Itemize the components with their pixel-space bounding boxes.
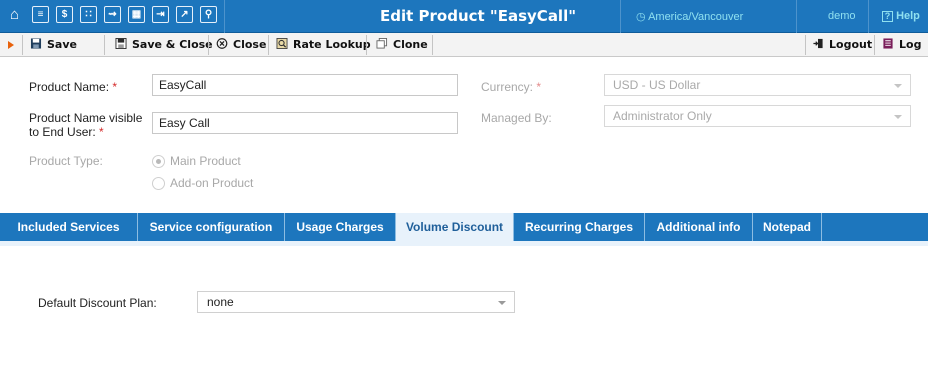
page-title: Edit Product "EasyCall" bbox=[380, 7, 577, 25]
addon-product-radio[interactable] bbox=[152, 177, 165, 190]
exit-icon[interactable]: ⇥ bbox=[152, 6, 169, 23]
timezone-label: America/Vancouver bbox=[648, 11, 744, 23]
rate-lookup-icon bbox=[276, 38, 288, 49]
tab-bar: Included Services Service configuration … bbox=[0, 213, 928, 241]
title-divider bbox=[868, 0, 869, 33]
main-product-label: Main Product bbox=[170, 154, 241, 168]
close-button[interactable]: Close bbox=[216, 33, 266, 56]
tab-recurring-charges[interactable]: Recurring Charges bbox=[514, 213, 645, 241]
toolbar-arrow-icon[interactable] bbox=[8, 41, 14, 49]
required-mark: * bbox=[536, 80, 542, 94]
help-link[interactable]: ? Help bbox=[882, 10, 920, 22]
title-divider bbox=[224, 0, 225, 33]
visible-name-input[interactable]: Easy Call bbox=[152, 112, 458, 134]
search-icon[interactable]: ⚲ bbox=[200, 6, 217, 23]
managed-by-label: Managed By: bbox=[481, 111, 552, 125]
user-link[interactable]: demo bbox=[828, 10, 856, 22]
clone-icon bbox=[376, 38, 388, 49]
save-label: Save bbox=[47, 38, 77, 51]
close-label: Close bbox=[233, 38, 267, 51]
toolbar-divider bbox=[22, 35, 23, 55]
title-divider bbox=[620, 0, 621, 33]
tab-notepad[interactable]: Notepad bbox=[753, 213, 822, 241]
save-close-icon bbox=[115, 38, 127, 49]
help-label: Help bbox=[896, 10, 920, 22]
log-button[interactable]: Log bbox=[882, 33, 921, 56]
tab-service-configuration[interactable]: Service configuration bbox=[138, 213, 285, 241]
toolbar-divider bbox=[366, 35, 367, 55]
currency-select: USD - US Dollar bbox=[604, 74, 911, 96]
clone-label: Clone bbox=[393, 38, 428, 51]
visible-name-label-line1: Product Name visible bbox=[29, 111, 143, 125]
toolbar-divider bbox=[805, 35, 806, 55]
toolbar: Save Save & Close Close Rate Lookup Clon… bbox=[0, 33, 928, 57]
title-bar: ⌂ ≡ $ ∷ ⇝ ▦ ⇥ ↗ ⚲ Edit Product "EasyCall… bbox=[0, 0, 928, 33]
product-name-label-text: Product Name: bbox=[29, 80, 110, 94]
list-icon[interactable]: ≡ bbox=[32, 6, 49, 23]
grid-icon[interactable]: ∷ bbox=[80, 6, 97, 23]
default-discount-plan-label: Default Discount Plan: bbox=[38, 296, 157, 310]
title-divider bbox=[796, 0, 797, 33]
product-type-label: Product Type: bbox=[29, 154, 103, 168]
chevron-down-icon bbox=[894, 115, 902, 119]
toolbar-divider bbox=[268, 35, 269, 55]
currency-value: USD - US Dollar bbox=[613, 78, 701, 92]
tab-underline bbox=[0, 241, 928, 246]
close-circle-icon bbox=[216, 38, 228, 49]
rate-lookup-label: Rate Lookup bbox=[293, 38, 371, 51]
tab-included-services[interactable]: Included Services bbox=[0, 213, 138, 241]
toolbar-divider bbox=[104, 35, 105, 55]
save-button[interactable]: Save bbox=[30, 33, 77, 56]
tab-additional-info[interactable]: Additional info bbox=[645, 213, 753, 241]
currency-label-text: Currency: bbox=[481, 80, 534, 94]
clone-button[interactable]: Clone bbox=[376, 33, 428, 56]
chevron-down-icon bbox=[498, 301, 506, 305]
tab-volume-discount[interactable]: Volume Discount bbox=[396, 213, 514, 241]
currency-label: Currency: * bbox=[481, 80, 541, 94]
managed-by-value: Administrator Only bbox=[613, 109, 712, 123]
person-icon[interactable]: ⇝ bbox=[104, 6, 121, 23]
managed-by-select: Administrator Only bbox=[604, 105, 911, 127]
required-mark: * bbox=[99, 125, 104, 139]
floppy-disk-icon bbox=[30, 38, 42, 49]
product-name-input[interactable]: EasyCall bbox=[152, 74, 458, 96]
log-label: Log bbox=[899, 38, 922, 51]
default-discount-plan-select[interactable]: none bbox=[197, 291, 515, 313]
billing-icon[interactable]: $ bbox=[56, 6, 73, 23]
chart-icon[interactable]: ↗ bbox=[176, 6, 193, 23]
toolbar-divider bbox=[208, 35, 209, 55]
tab-usage-charges[interactable]: Usage Charges bbox=[285, 213, 396, 241]
save-close-button[interactable]: Save & Close bbox=[115, 33, 213, 56]
rate-lookup-button[interactable]: Rate Lookup bbox=[276, 33, 371, 56]
logout-label: Logout bbox=[829, 38, 873, 51]
main-product-radio[interactable] bbox=[152, 155, 165, 168]
logout-icon bbox=[813, 38, 823, 49]
logout-button[interactable]: Logout bbox=[812, 33, 872, 56]
help-icon: ? bbox=[882, 11, 893, 22]
toolbar-divider bbox=[432, 35, 433, 55]
addon-product-label: Add-on Product bbox=[170, 176, 254, 190]
product-name-label: Product Name: * bbox=[29, 80, 117, 94]
product-icon[interactable]: ▦ bbox=[128, 6, 145, 23]
visible-name-label: Product Name visible to End User: * bbox=[29, 111, 142, 139]
default-discount-plan-value: none bbox=[207, 295, 234, 309]
required-mark: * bbox=[112, 80, 118, 94]
clock-icon: ◷ bbox=[636, 11, 646, 23]
home-icon[interactable]: ⌂ bbox=[6, 6, 23, 23]
save-close-label: Save & Close bbox=[132, 38, 213, 51]
log-book-icon bbox=[883, 38, 893, 49]
visible-name-label-line2: to End User: bbox=[29, 125, 96, 139]
toolbar-divider bbox=[874, 35, 875, 55]
chevron-down-icon bbox=[894, 84, 902, 88]
timezone-link[interactable]: ◷ America/Vancouver bbox=[636, 10, 743, 23]
